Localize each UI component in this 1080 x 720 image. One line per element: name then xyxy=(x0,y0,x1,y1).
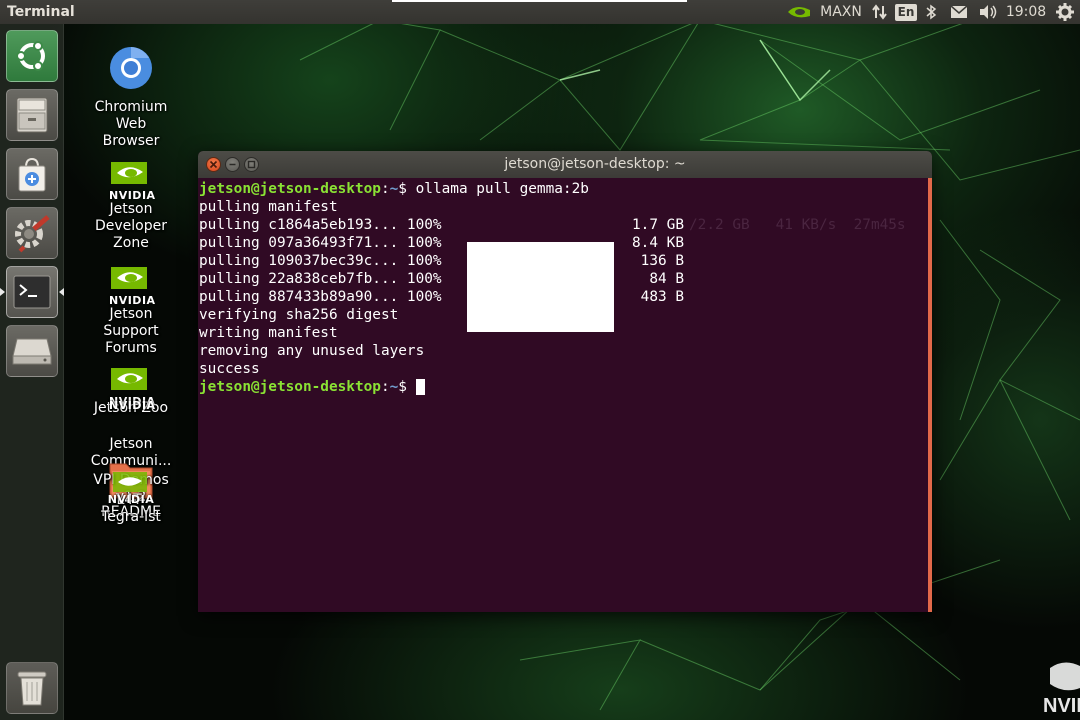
nvidia-wallpaper-logo: NVID xyxy=(1043,662,1080,717)
nvidia-icon: NVIDIA xyxy=(109,160,156,202)
nvidia-logo-text: NVIDIA xyxy=(107,493,155,506)
keyboard-layout-indicator[interactable]: En xyxy=(894,0,918,24)
terminal-output-line: removing any unused layers xyxy=(199,343,425,359)
launcher-trash[interactable] xyxy=(6,662,58,714)
terminal-prompt-line[interactable]: jetson@jetson-desktop: ~ $ xyxy=(199,378,928,396)
prompt-path: ~ xyxy=(389,181,399,197)
indicator-area: MAXN En 19:08 xyxy=(782,0,1080,24)
terminal-output[interactable]: jetson@jetson-desktop: ~ $ ollama pull gem… xyxy=(198,178,928,612)
text-cursor xyxy=(415,379,425,395)
pull-layer-size: 1.7 GB xyxy=(632,217,684,233)
progress-bar-block xyxy=(467,242,614,332)
launcher-disk[interactable] xyxy=(6,325,58,377)
power-mode-indicator[interactable]: MAXN xyxy=(816,0,866,24)
launcher-ubuntu-dash[interactable] xyxy=(6,30,58,82)
desktop-icon-label: Jetson Support Forums xyxy=(103,306,159,356)
prompt-user-host: jetson@jetson-desktop xyxy=(199,181,381,197)
window-titlebar[interactable]: jetson@jetson-desktop: ~ xyxy=(198,151,932,178)
panel-highlight xyxy=(392,0,687,2)
pull-progress-line: pulling c1864a5eb193... 100% 1.7 GB /2.2… xyxy=(199,216,928,234)
top-panel: Terminal MAXN En 19:08 xyxy=(0,0,1080,24)
launcher xyxy=(0,24,64,720)
settings-tools-icon xyxy=(15,215,50,253)
ubuntu-logo-icon xyxy=(16,41,45,71)
prompt-separator: : xyxy=(380,379,390,395)
active-app-title: Terminal xyxy=(7,4,75,20)
nvidia-logo-text: NVIDIA xyxy=(109,189,156,202)
prompt-symbol: $ xyxy=(398,181,416,197)
nvidia-logo-text: NVIDIA xyxy=(109,294,156,307)
volume-icon[interactable] xyxy=(974,0,1002,24)
nvidia-icon: NVIDIA xyxy=(109,265,156,307)
launcher-system-settings[interactable] xyxy=(6,207,58,259)
focused-indicator xyxy=(59,288,64,296)
prompt-path: ~ xyxy=(389,379,399,395)
prompt-user-host: jetson@jetson-desktop xyxy=(199,379,381,395)
residual-progress-text: /2.2 GB 41 KB/s 27m45s xyxy=(689,217,906,233)
nvidia-logo-text: NVIDIA xyxy=(109,399,156,412)
nvidia-icon: NVIDIA xyxy=(109,399,156,436)
terminal-window[interactable]: jetson@jetson-desktop: ~ jetson@jetson-d… xyxy=(198,151,932,612)
launcher-terminal[interactable] xyxy=(6,266,58,318)
desktop-icon-label: Chromium Web Browser xyxy=(94,99,168,149)
network-arrows-icon[interactable] xyxy=(866,0,894,24)
terminal-scrollbar[interactable] xyxy=(928,178,932,612)
drive-icon xyxy=(12,338,52,365)
mail-icon[interactable] xyxy=(944,0,974,24)
svg-text:NVID: NVID xyxy=(1043,695,1080,717)
terminal-command-line: jetson@jetson-desktop: ~ $ ollama pull gem… xyxy=(199,180,928,198)
desktop-icon-jetson-developer-zone[interactable]: NVIDIA Jetson Developer Zone xyxy=(88,160,174,252)
clock[interactable]: 19:08 xyxy=(1002,0,1050,24)
launcher-files[interactable] xyxy=(6,89,58,141)
terminal-icon xyxy=(13,275,51,309)
running-indicator xyxy=(0,288,5,296)
terminal-output-line: success xyxy=(199,361,260,377)
keyboard-layout-label: En xyxy=(894,3,918,21)
desktop-icon-label: Tegra-lst xyxy=(101,509,161,525)
desktop-icon-tegra-lst[interactable]: NVIDIA Tegra-lst xyxy=(88,494,174,526)
trash-icon xyxy=(17,671,47,706)
window-title: jetson@jetson-desktop: ~ xyxy=(504,156,686,172)
launcher-software-store[interactable] xyxy=(6,148,58,200)
command-text: ollama pull gemma:2b xyxy=(415,181,589,197)
chromium-icon xyxy=(110,47,152,89)
desktop-icon-jetson-support-forums[interactable]: NVIDIA Jetson Support Forums xyxy=(88,265,174,357)
desktop-icon-label: Jetson Developer Zone xyxy=(94,201,167,251)
bluetooth-icon[interactable] xyxy=(918,0,944,24)
terminal-output-line: pulling manifest xyxy=(199,199,338,215)
shopping-bag-icon xyxy=(18,157,46,192)
nvidia-icon[interactable] xyxy=(782,0,816,24)
prompt-symbol: $ xyxy=(398,379,416,395)
desktop-icon-chromium[interactable]: Chromium Web Browser xyxy=(88,45,174,150)
prompt-separator: : xyxy=(380,181,390,197)
gear-icon[interactable] xyxy=(1050,0,1080,24)
file-cabinet-icon xyxy=(16,97,48,133)
